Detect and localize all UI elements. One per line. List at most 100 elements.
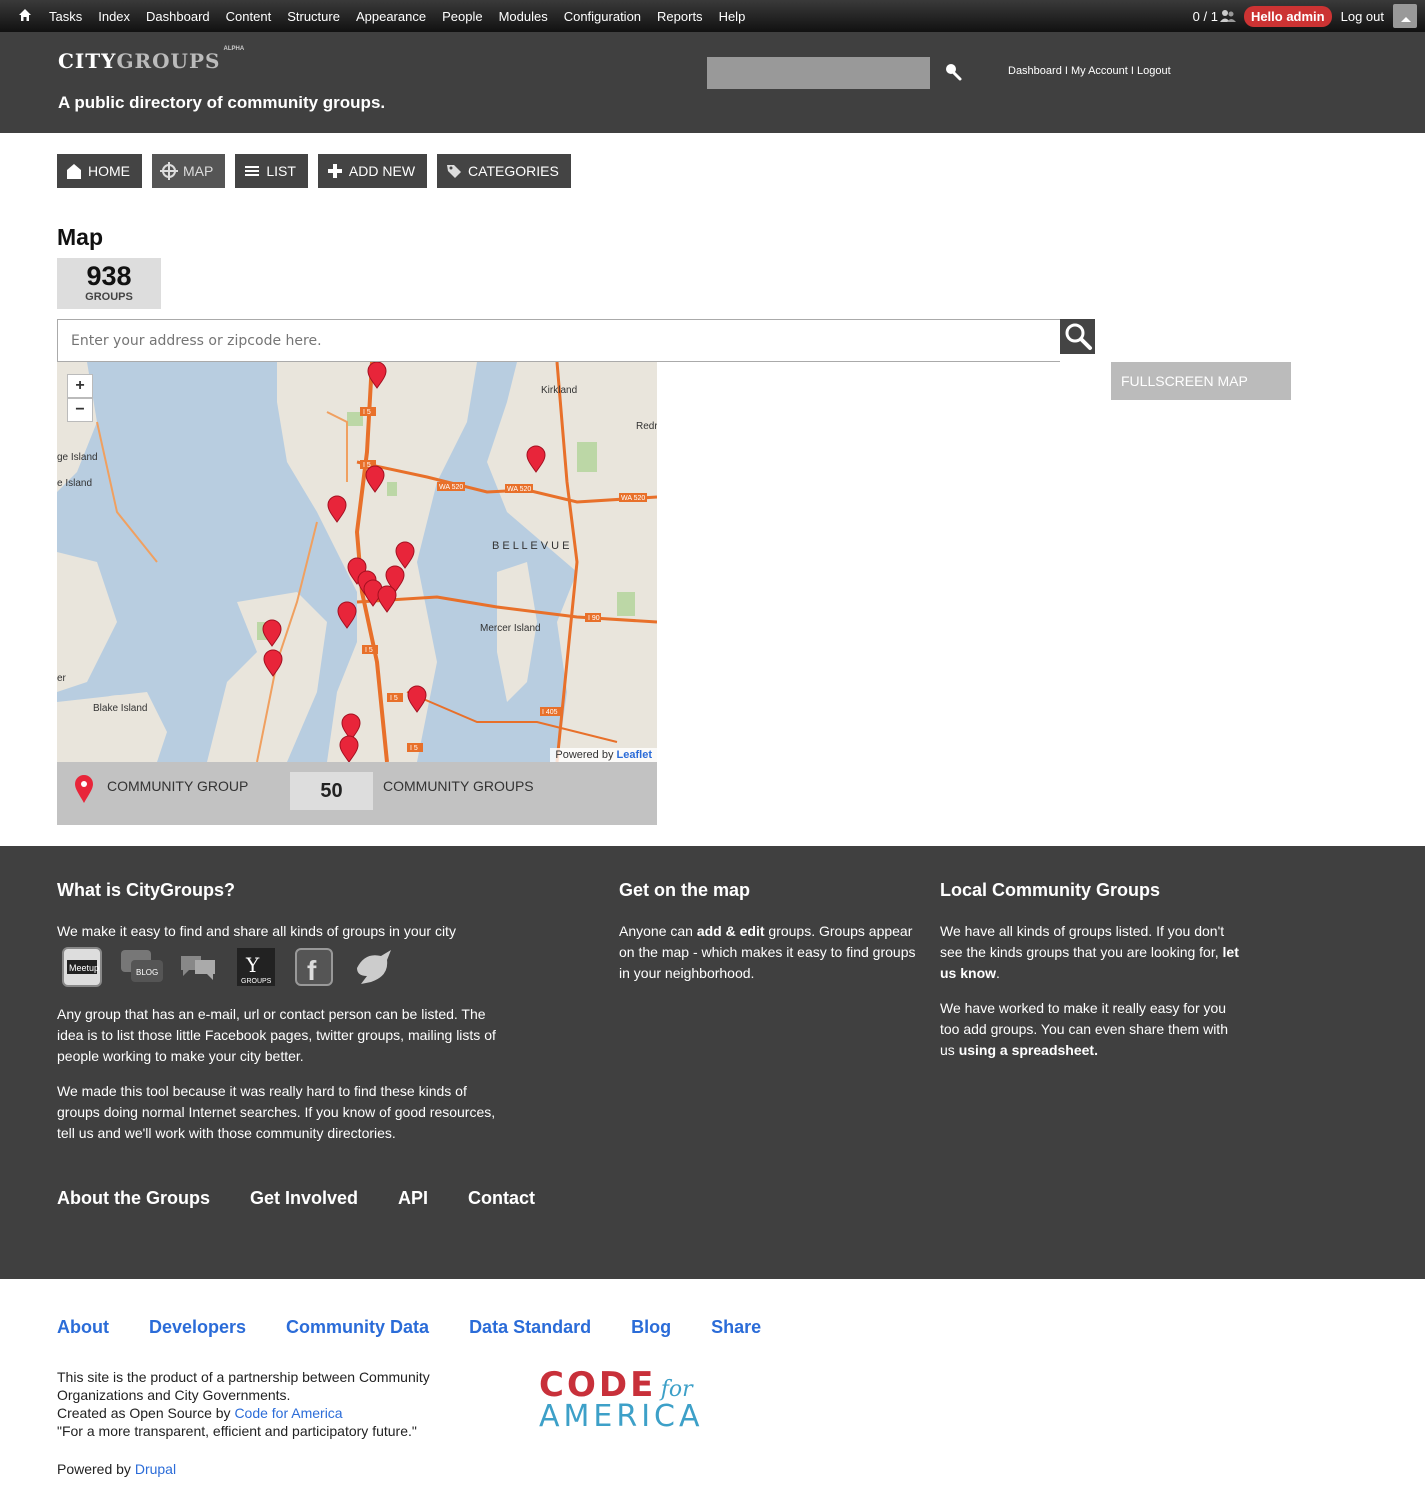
facebook-icon[interactable]: f <box>293 946 335 988</box>
logo-groups: GROUPS <box>116 49 221 73</box>
highway-shield-label: I 5 <box>363 409 371 416</box>
spreadsheet-link[interactable]: using a spreadsheet. <box>959 1042 1098 1058</box>
nav-categories-label: CATEGORIES <box>468 163 559 179</box>
bottom-link-developers[interactable]: Developers <box>149 1317 246 1338</box>
menu-content[interactable]: Content <box>226 9 272 24</box>
map-place-label: Blake Island <box>93 703 147 714</box>
nav-home-label: HOME <box>88 163 130 179</box>
search-icon[interactable] <box>943 62 963 82</box>
crosshair-icon <box>160 162 178 180</box>
fullscreen-map-button[interactable]: FULLSCREEN MAP <box>1111 362 1291 400</box>
zoom-in-button[interactable]: + <box>67 374 93 398</box>
plus-icon <box>327 164 342 178</box>
leaflet-link[interactable]: Leaflet <box>617 749 652 761</box>
yahoo-groups-icon[interactable]: Y GROUPS <box>235 946 277 988</box>
text-segment: Created as Open Source by <box>57 1405 235 1421</box>
nav-map-button[interactable]: MAP <box>152 154 226 188</box>
group-count-number: 938 <box>86 261 132 291</box>
map-tiles: I 5 I 5 WA 520 WA 520 WA 520 I 90 I 5 I … <box>57 362 657 762</box>
footer-col-title: Local Community Groups <box>940 880 1161 900</box>
map-marker-icon <box>75 775 93 803</box>
logo-city: CITY <box>58 49 117 73</box>
groups-map[interactable]: I 5 I 5 WA 520 WA 520 WA 520 I 90 I 5 I … <box>57 362 657 762</box>
address-search-button[interactable] <box>1060 319 1095 354</box>
site-header: CITYGROUPS ALPHA A public directory of co… <box>0 32 1425 133</box>
user-links[interactable]: Dashboard I My Account I Logout <box>1008 65 1171 77</box>
meetup-icon[interactable]: Meetup <box>61 946 103 988</box>
nav-add-new-button[interactable]: ADD NEW <box>317 154 428 188</box>
bottom-link-blog[interactable]: Blog <box>631 1317 671 1338</box>
menu-tasks[interactable]: Tasks <box>49 9 82 24</box>
credits: This site is the product of a partnershi… <box>57 1368 430 1440</box>
visible-groups-label: COMMUNITY GROUPS <box>383 778 534 794</box>
nav-list-button[interactable]: LIST <box>235 154 308 188</box>
highway-shield-label: I 5 <box>365 647 373 654</box>
twitter-bird-icon[interactable] <box>351 946 393 988</box>
footer-link-api[interactable]: API <box>398 1188 428 1209</box>
text-segment: We have all kinds of groups listed. If y… <box>940 923 1225 960</box>
forum-icon[interactable] <box>177 946 219 988</box>
users-online-counter: 0 / 1 <box>1192 8 1218 24</box>
nav-categories-button[interactable]: CATEGORIES <box>437 154 571 188</box>
credits-line: This site is the product of a partnershi… <box>57 1369 430 1385</box>
map-place-label: ge Island <box>57 452 98 463</box>
list-icon <box>245 166 260 176</box>
code-for-america-logo[interactable]: CODE for AMERICA <box>539 1365 704 1434</box>
credits-line: Organizations and City Governments. <box>57 1387 291 1403</box>
map-place-label: B E L L E V U E <box>492 540 569 552</box>
menu-reports[interactable]: Reports <box>657 9 703 24</box>
bottom-link-about[interactable]: About <box>57 1317 109 1338</box>
site-logo[interactable]: CITYGROUPS ALPHA <box>58 46 245 73</box>
admin-menu: Tasks Index Dashboard Content Structure … <box>49 0 761 32</box>
footer-link-about-groups[interactable]: About the Groups <box>57 1188 210 1209</box>
map-place-label: er <box>57 673 67 684</box>
footer-link-contact[interactable]: Contact <box>468 1188 535 1209</box>
footer-paragraph: Anyone can add & edit groups. Groups app… <box>619 921 919 984</box>
bottom-link-share[interactable]: Share <box>711 1317 761 1338</box>
footer-col-title: Get on the map <box>619 880 751 900</box>
add-edit-link[interactable]: add & edit <box>697 923 765 939</box>
yahoo-icon-text: GROUPS <box>241 978 272 985</box>
footer-paragraph: Any group that has an e-mail, url or con… <box>57 1006 496 1064</box>
home-icon[interactable] <box>17 7 33 23</box>
footer-col-title: What is CityGroups? <box>57 880 236 900</box>
credits-line: "For a more transparent, efficient and p… <box>57 1423 417 1439</box>
menu-structure[interactable]: Structure <box>287 9 340 24</box>
menu-appearance[interactable]: Appearance <box>356 9 426 24</box>
address-search-input[interactable] <box>57 319 1060 362</box>
drupal-link[interactable]: Drupal <box>135 1461 176 1477</box>
map-place-label: Kirkland <box>541 385 577 396</box>
menu-configuration[interactable]: Configuration <box>564 9 641 24</box>
menu-dashboard[interactable]: Dashboard <box>146 9 210 24</box>
highway-shield-label: I 5 <box>410 745 418 752</box>
service-icons: Meetup BLOG Y GROUPS f <box>61 946 507 988</box>
menu-index[interactable]: Index <box>98 9 130 24</box>
bottom-link-community-data[interactable]: Community Data <box>286 1317 429 1338</box>
admin-toolbar: Tasks Index Dashboard Content Structure … <box>0 0 1425 32</box>
header-search-input[interactable] <box>707 57 930 89</box>
blog-icon-text: BLOG <box>136 968 158 977</box>
menu-people[interactable]: People <box>442 9 482 24</box>
nav-add-new-label: ADD NEW <box>348 163 416 179</box>
bottom-link-data-standard[interactable]: Data Standard <box>469 1317 591 1338</box>
nav-home-button[interactable]: HOME <box>57 154 142 188</box>
alpha-badge: ALPHA <box>223 46 245 53</box>
nav-list-label: LIST <box>266 163 296 179</box>
highway-shield-label: WA 520 <box>507 486 531 493</box>
footer-link-get-involved[interactable]: Get Involved <box>250 1188 358 1209</box>
menu-modules[interactable]: Modules <box>499 9 548 24</box>
text-segment: Powered by <box>57 1461 135 1477</box>
footer-info: What is CityGroups? We make it easy to f… <box>0 846 1425 1279</box>
zoom-out-button[interactable]: − <box>67 398 93 422</box>
cfa-america-text: AMERICA <box>539 1399 704 1434</box>
highway-shield-label: I 5 <box>390 695 398 702</box>
svg-text:f: f <box>307 955 317 986</box>
hello-user-badge[interactable]: Hello admin <box>1243 5 1332 27</box>
group-count-box: 938 GROUPS <box>57 258 161 309</box>
shortcuts-toggle-button[interactable] <box>1393 4 1417 28</box>
logout-link[interactable]: Log out <box>1341 9 1384 24</box>
blog-icon[interactable]: BLOG <box>119 946 163 988</box>
page-title: Map <box>57 224 103 250</box>
menu-help[interactable]: Help <box>719 9 746 24</box>
code-for-america-link[interactable]: Code for America <box>234 1405 342 1421</box>
